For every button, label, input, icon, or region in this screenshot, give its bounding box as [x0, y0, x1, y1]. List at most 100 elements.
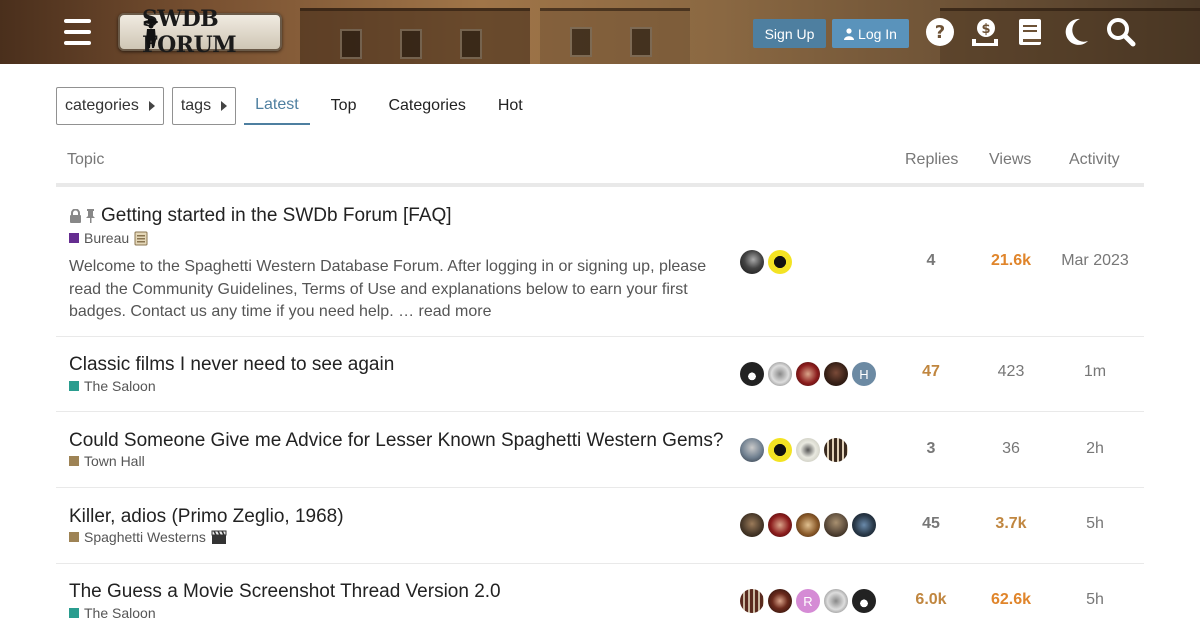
search-icon[interactable] [1105, 16, 1137, 48]
replies-count[interactable]: 45 [891, 515, 971, 533]
poster-avatars: H [740, 362, 876, 386]
avatar[interactable] [852, 513, 876, 537]
category-name: The Saloon [84, 605, 156, 621]
replies-count[interactable]: 4 [891, 252, 971, 270]
avatar-letter: R [803, 593, 813, 609]
tab-latest[interactable]: Latest [244, 87, 310, 125]
header-background-building [300, 8, 530, 64]
header-background-building [540, 8, 690, 64]
views-count: 3.7k [995, 515, 1027, 532]
topic-title-link[interactable]: The Guess a Movie Screenshot Thread Vers… [69, 581, 501, 603]
category-badge[interactable]: Town Hall [69, 453, 145, 469]
table-row: Could Someone Give me Advice for Lesser … [56, 412, 1144, 488]
avatar[interactable] [768, 438, 792, 462]
pin-icon [86, 209, 95, 223]
avatar[interactable] [740, 513, 764, 537]
category-color-square [69, 381, 79, 391]
column-header-replies[interactable]: Replies [905, 151, 958, 169]
category-color-square [69, 456, 79, 466]
avatar[interactable] [824, 589, 848, 613]
category-badge[interactable]: Bureau [69, 230, 148, 246]
caret-right-icon [221, 101, 228, 111]
topic-title-link[interactable]: Could Someone Give me Advice for Lesser … [69, 430, 723, 452]
log-in-button[interactable]: Log In [832, 19, 909, 48]
activity-time[interactable]: Mar 2023 [1055, 252, 1135, 270]
log-in-label: Log In [858, 25, 897, 42]
avatar-letter: H [859, 366, 869, 382]
activity-time[interactable]: 2h [1055, 440, 1135, 458]
replies-count[interactable]: 3 [891, 440, 971, 458]
avatar[interactable] [796, 362, 820, 386]
site-header: SWDB FORUM Sign Up Log In ? $ [0, 0, 1200, 64]
category-badge[interactable]: Spaghetti Westerns [69, 529, 227, 545]
avatar[interactable] [824, 513, 848, 537]
avatar[interactable] [740, 438, 764, 462]
book-icon[interactable] [1014, 16, 1046, 48]
categories-dropdown-label: categories [65, 97, 139, 114]
avatar[interactable]: R [796, 589, 820, 613]
tags-dropdown[interactable]: tags [171, 87, 237, 125]
activity-time[interactable]: 1m [1055, 363, 1135, 381]
avatar[interactable] [740, 362, 764, 386]
views-count: 36 [1002, 440, 1020, 457]
table-row: Getting started in the SWDb Forum [FAQ] … [56, 190, 1144, 337]
views-count: 21.6k [990, 252, 1032, 269]
tab-top[interactable]: Top [320, 87, 368, 125]
avatar[interactable] [740, 589, 764, 613]
category-color-square [69, 233, 79, 243]
avatar[interactable] [824, 362, 848, 386]
category-name: Bureau [84, 230, 130, 246]
category-badge[interactable]: The Saloon [69, 378, 156, 394]
avatar[interactable] [796, 513, 820, 537]
avatar[interactable] [740, 250, 764, 274]
poster-avatars [740, 250, 792, 274]
hamburger-menu-icon[interactable] [64, 19, 91, 45]
table-row: The Guess a Movie Screenshot Thread Vers… [56, 564, 1144, 630]
site-logo[interactable]: SWDB FORUM [118, 6, 282, 58]
avatar[interactable]: H [852, 362, 876, 386]
cowboy-silhouette-icon [144, 19, 158, 48]
svg-text:?: ? [935, 22, 945, 43]
help-icon[interactable]: ? [924, 16, 956, 48]
tab-categories[interactable]: Categories [377, 87, 476, 125]
topic-navigation: categories tags Latest Top Categories Ho… [56, 87, 544, 125]
tags-dropdown-label: tags [180, 97, 212, 114]
read-more-link[interactable]: read more [419, 303, 492, 320]
views-count: 62.6k [990, 591, 1032, 608]
topic-title-link[interactable]: Getting started in the SWDb Forum [FAQ] [69, 205, 452, 227]
clapperboard-icon [211, 530, 227, 544]
poster-avatars [740, 438, 848, 462]
avatar[interactable] [768, 250, 792, 274]
replies-count[interactable]: 6.0k [891, 591, 971, 609]
topic-list-header: Topic Replies Views Activity [56, 137, 1144, 187]
topic-excerpt: Welcome to the Spaghetti Western Databas… [69, 256, 719, 324]
views-count: 423 [997, 363, 1025, 380]
category-badge[interactable]: The Saloon [69, 605, 156, 621]
column-header-activity[interactable]: Activity [1069, 151, 1120, 169]
donate-icon[interactable]: $ [969, 16, 1001, 48]
avatar[interactable] [768, 589, 792, 613]
activity-time[interactable]: 5h [1055, 515, 1135, 533]
activity-time[interactable]: 5h [1055, 591, 1135, 609]
dark-mode-moon-icon[interactable] [1060, 16, 1092, 48]
categories-dropdown[interactable]: categories [56, 87, 164, 125]
avatar[interactable] [852, 589, 876, 613]
user-icon [844, 27, 855, 40]
file-cabinet-icon [134, 231, 148, 245]
svg-text:$: $ [981, 22, 990, 37]
column-header-topic[interactable]: Topic [67, 151, 104, 169]
column-header-views[interactable]: Views [989, 151, 1031, 169]
lock-icon [70, 209, 81, 223]
sign-up-button[interactable]: Sign Up [753, 19, 826, 48]
category-color-square [69, 532, 79, 542]
avatar[interactable] [824, 438, 848, 462]
avatar[interactable] [796, 438, 820, 462]
tab-hot[interactable]: Hot [487, 87, 534, 125]
topic-title-link[interactable]: Killer, adios (Primo Zeglio, 1968) [69, 506, 344, 528]
table-row: Killer, adios (Primo Zeglio, 1968) Spagh… [56, 488, 1144, 564]
avatar[interactable] [768, 513, 792, 537]
category-color-square [69, 608, 79, 618]
avatar[interactable] [768, 362, 792, 386]
topic-title-link[interactable]: Classic films I never need to see again [69, 354, 394, 376]
replies-count[interactable]: 47 [891, 363, 971, 381]
